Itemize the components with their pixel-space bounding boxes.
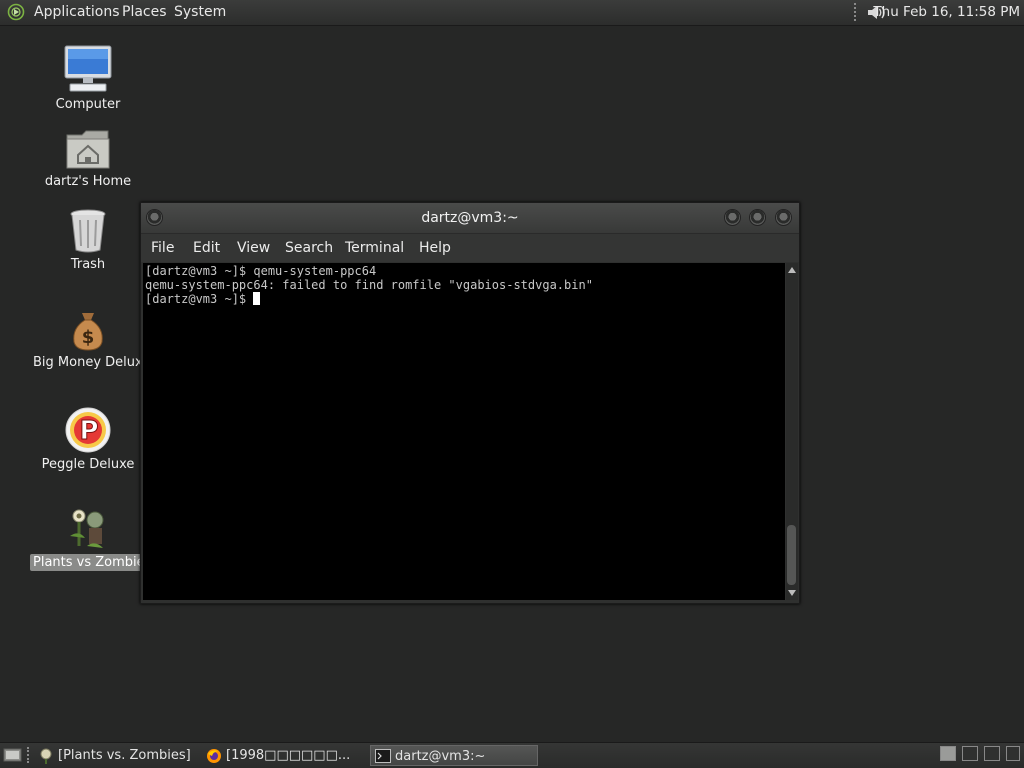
- taskbar-item-plants-vs-zombies[interactable]: [Plants vs. Zombies]: [34, 745, 194, 766]
- terminal-prompt: [dartz@vm3 ~]$: [145, 292, 254, 306]
- desktop-icon-home[interactable]: dartz's Home: [30, 127, 146, 190]
- terminal-line: qemu-system-ppc64: failed to find romfil…: [145, 278, 593, 292]
- close-button[interactable]: [775, 209, 792, 226]
- taskbar-item-label: dartz@vm3:~: [395, 749, 486, 764]
- desktop-icon-label: Big Money Deluxe: [33, 355, 151, 370]
- desktop-icon-label: dartz's Home: [44, 174, 132, 189]
- bottom-panel: [Plants vs. Zombies] [1998□□□□□□... dart…: [0, 742, 1024, 768]
- desktop-icon-big-money[interactable]: $ Big Money Deluxe: [30, 310, 150, 371]
- menu-view[interactable]: View: [237, 240, 270, 256]
- home-folder-icon: [66, 130, 110, 169]
- desktop-icon-peggle[interactable]: P Peggle Deluxe: [30, 406, 146, 473]
- minimize-button[interactable]: [724, 209, 741, 226]
- firefox-icon: [207, 749, 221, 763]
- terminal-window: dartz@vm3:~ File Edit View Search Termin…: [140, 202, 800, 604]
- window-title: dartz@vm3:~: [421, 210, 519, 226]
- menu-edit[interactable]: Edit: [193, 240, 220, 256]
- peggle-icon: P: [65, 407, 111, 453]
- panel-handle[interactable]: [854, 3, 858, 21]
- desktop-icon-trash[interactable]: Trash: [30, 208, 146, 273]
- trash-icon: [70, 209, 106, 253]
- menu-search[interactable]: Search: [285, 240, 333, 256]
- system-menu[interactable]: System: [174, 4, 226, 20]
- money-bag-icon: $: [73, 313, 103, 351]
- scroll-up-arrow-icon[interactable]: [788, 267, 796, 273]
- desktop-icon-computer[interactable]: Computer: [30, 44, 146, 113]
- desktop-icon-label: Plants vs Zombies: [30, 554, 155, 571]
- desktop-icon-label: Computer: [55, 97, 121, 112]
- show-desktop-icon[interactable]: [3, 747, 23, 767]
- window-titlebar[interactable]: dartz@vm3:~: [141, 203, 799, 234]
- window-menubar: File Edit View Search Terminal Help: [141, 234, 799, 262]
- taskbar-item-terminal[interactable]: dartz@vm3:~: [370, 745, 538, 766]
- panel-handle[interactable]: [27, 747, 31, 763]
- computer-icon: [64, 45, 112, 92]
- plants-vs-zombies-icon: [70, 509, 104, 548]
- applications-menu[interactable]: Applications: [34, 4, 120, 20]
- taskbar-item-label: [1998□□□□□□...: [226, 748, 351, 763]
- clock[interactable]: Thu Feb 16, 11:58 PM: [873, 4, 1020, 20]
- workspace-3[interactable]: [984, 746, 1000, 761]
- svg-text:P: P: [79, 416, 98, 446]
- desktop-icon-plants-vs-zombies[interactable]: Plants vs Zombies: [30, 506, 155, 571]
- distro-logo-icon[interactable]: [7, 3, 25, 25]
- terminal-output[interactable]: [dartz@vm3 ~]$ qemu-system-ppc64 qemu-sy…: [143, 263, 785, 600]
- scroll-down-arrow-icon[interactable]: [788, 590, 796, 596]
- terminal-cursor: [253, 292, 261, 305]
- places-menu[interactable]: Places: [122, 4, 167, 20]
- workspace-4[interactable]: [1006, 746, 1020, 761]
- top-panel: Applications Places System Thu Feb 16, 1…: [0, 0, 1024, 26]
- taskbar-item-label: [Plants vs. Zombies]: [58, 748, 191, 763]
- terminal-scrollbar[interactable]: [786, 263, 798, 600]
- menu-file[interactable]: File: [151, 240, 174, 256]
- maximize-button[interactable]: [749, 209, 766, 226]
- workspace-1[interactable]: [940, 746, 956, 761]
- desktop-icon-label: Peggle Deluxe: [41, 457, 135, 472]
- menu-terminal[interactable]: Terminal: [345, 240, 404, 256]
- workspace-2[interactable]: [962, 746, 978, 761]
- svg-text:$: $: [82, 327, 95, 348]
- taskbar-item-browser[interactable]: [1998□□□□□□...: [202, 745, 368, 766]
- terminal-line: [dartz@vm3 ~]$ qemu-system-ppc64: [145, 264, 377, 278]
- desktop-icon-label: Trash: [70, 257, 106, 272]
- plants-vs-zombies-icon: [40, 748, 52, 764]
- terminal-icon: [375, 749, 391, 763]
- menu-help[interactable]: Help: [419, 240, 451, 256]
- terminal-prompt-line: [dartz@vm3 ~]$: [145, 292, 783, 306]
- scrollbar-thumb[interactable]: [787, 525, 796, 585]
